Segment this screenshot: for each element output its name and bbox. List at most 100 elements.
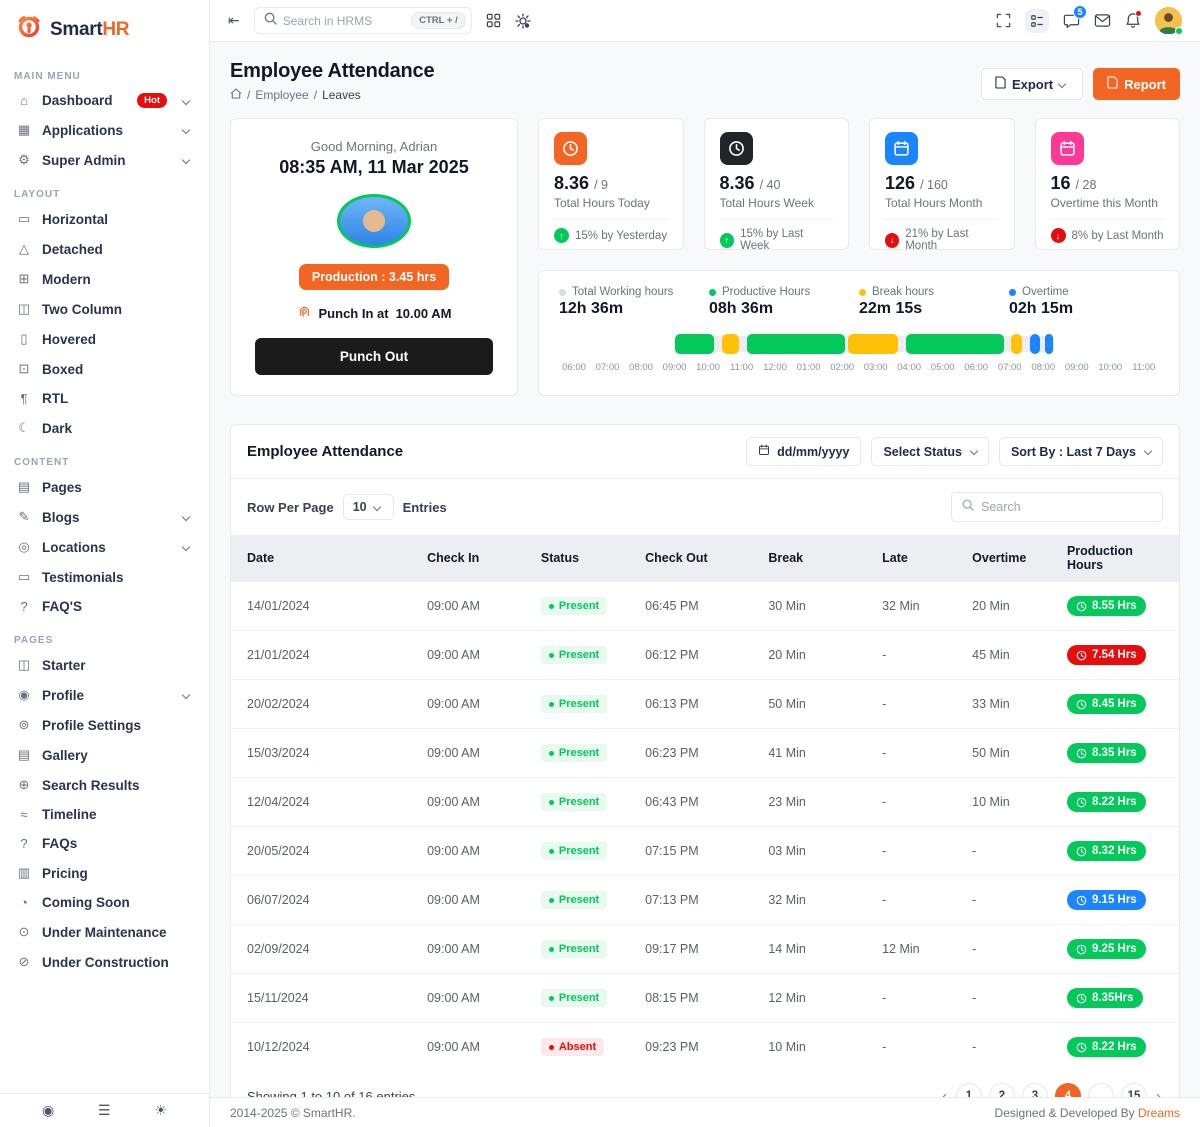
global-search[interactable]: CTRL + / [254, 7, 472, 34]
production-hours-badge[interactable]: 9.15 Hrs [1067, 890, 1146, 910]
sidebar-item[interactable]: ⊙ Under Maintenance [8, 917, 201, 947]
status-filter-select[interactable]: Select Status [871, 437, 989, 466]
column-header[interactable]: Overtime [956, 535, 1051, 582]
date-filter[interactable]: dd/mm/yyyy [746, 437, 861, 466]
apps-grid-icon[interactable] [486, 13, 501, 28]
table-row[interactable]: 10/12/2024 09:00 AM Absent 09:23 PM 10 M… [231, 1023, 1179, 1072]
sidebar-item[interactable]: ▤ Pages [8, 472, 201, 502]
punch-out-button[interactable]: Punch Out [255, 338, 493, 375]
column-header[interactable]: Late [866, 535, 956, 582]
production-hours-badge[interactable]: 8.22 Hrs [1067, 792, 1146, 812]
page-number-button[interactable]: 15 [1121, 1083, 1147, 1097]
sidebar-item[interactable]: ◫ Starter [8, 650, 201, 680]
sidebar-item[interactable]: ⚙ Super Admin [8, 145, 201, 175]
fullscreen-icon[interactable] [996, 13, 1011, 28]
next-page-arrow[interactable]: › [1154, 1088, 1163, 1098]
user-avatar[interactable] [1155, 7, 1182, 34]
sidebar-item[interactable]: ¶ RTL [8, 384, 201, 413]
layout-settings-icon[interactable] [1025, 9, 1049, 33]
sidebar-item[interactable]: ⊡ Boxed [8, 354, 201, 384]
sidebar-item[interactable]: ⊞ Modern [8, 264, 201, 294]
sidebar-item[interactable]: ⊚ Profile Settings [8, 710, 201, 740]
dreams-link[interactable]: Dreams [1138, 1106, 1180, 1120]
sidebar-item[interactable]: △ Detached [8, 234, 201, 264]
sidebar-section-label: MAIN MENU [14, 71, 195, 82]
notifications-bell-icon[interactable] [1125, 12, 1141, 29]
sidebar-item[interactable]: ⌂ Dashboard Hot [8, 86, 201, 115]
table-search[interactable] [951, 492, 1163, 522]
table-row[interactable]: 06/07/2024 09:00 AM Present 07:13 PM 32 … [231, 876, 1179, 925]
people-icon[interactable]: ◉ [42, 1102, 54, 1119]
sidebar-item[interactable]: ☾ Dark [8, 413, 201, 443]
export-button[interactable]: Export [981, 68, 1083, 100]
table-row[interactable]: 15/11/2024 09:00 AM Present 08:15 PM 12 … [231, 974, 1179, 1023]
chat-icon[interactable]: 5 [1063, 12, 1080, 29]
search-input[interactable] [283, 14, 405, 28]
sidebar-item[interactable]: ? FAQs [8, 829, 201, 858]
table-row[interactable]: 20/05/2024 09:00 AM Present 07:15 PM 03 … [231, 827, 1179, 876]
table-row[interactable]: 21/01/2024 09:00 AM Present 06:12 PM 20 … [231, 631, 1179, 680]
sidebar-item[interactable]: ◫ Two Column [8, 294, 201, 324]
sidebar-item[interactable]: ▦ Applications [8, 115, 201, 145]
production-hours-badge[interactable]: 8.32 Hrs [1067, 841, 1146, 861]
legend-dot [559, 289, 566, 296]
page-number-button[interactable]: … [1088, 1083, 1114, 1097]
column-header[interactable]: Check In [411, 535, 525, 582]
sidebar-item[interactable]: ▤ Gallery [8, 740, 201, 770]
sidebar-item[interactable]: ⊘ Under Construction [8, 947, 201, 977]
page-number-button[interactable]: 1 [956, 1083, 982, 1097]
row-per-page-select[interactable]: 10 [343, 494, 394, 520]
sidebar-item[interactable]: ◎ Locations [8, 532, 201, 562]
table-row[interactable]: 20/02/2024 09:00 AM Present 06:13 PM 50 … [231, 680, 1179, 729]
production-hours-badge[interactable]: 8.35 Hrs [1067, 743, 1146, 763]
page-number-button[interactable]: 2 [989, 1083, 1015, 1097]
punch-in-time: 10.00 AM [396, 306, 452, 321]
column-header[interactable]: Status [525, 535, 629, 582]
column-header[interactable]: Check Out [629, 535, 752, 582]
table-row[interactable]: 15/03/2024 09:00 AM Present 06:23 PM 41 … [231, 729, 1179, 778]
production-hours-badge[interactable]: 8.35Hrs [1067, 988, 1143, 1008]
column-header[interactable]: Break [752, 535, 866, 582]
sort-by-select[interactable]: Sort By : Last 7 Days [999, 437, 1163, 466]
brightness-icon[interactable]: ☀ [154, 1102, 167, 1119]
page-number-button[interactable]: 3 [1022, 1083, 1048, 1097]
breadcrumb-employee[interactable]: Employee [255, 88, 308, 102]
settings-gear-icon[interactable] [515, 13, 531, 29]
table-row[interactable]: 02/09/2024 09:00 AM Present 09:17 PM 14 … [231, 925, 1179, 974]
logo[interactable]: SmartHR [0, 0, 209, 55]
list-icon[interactable]: ☰ [98, 1102, 111, 1119]
production-hours-badge[interactable]: 8.45 Hrs [1067, 694, 1146, 714]
sidebar-item[interactable]: ✎ Blogs [8, 502, 201, 532]
mail-icon[interactable] [1094, 13, 1111, 28]
page-number-button[interactable]: 4 [1055, 1083, 1081, 1097]
stat-icon [720, 132, 753, 165]
cell-date: 15/11/2024 [231, 974, 411, 1023]
sidebar-item[interactable]: ◔ Coming Soon [8, 888, 201, 917]
sidebar-item[interactable]: ▥ Pricing [8, 858, 201, 888]
report-button[interactable]: Report [1093, 68, 1180, 100]
prev-page-arrow[interactable]: ‹ [940, 1088, 949, 1098]
table-search-input[interactable] [981, 500, 1152, 514]
table-row[interactable]: 12/04/2024 09:00 AM Present 06:43 PM 23 … [231, 778, 1179, 827]
column-header[interactable]: Production Hours [1051, 535, 1179, 582]
sidebar-item[interactable]: ▭ Horizontal [8, 204, 201, 234]
sidebar-item[interactable]: ⊕ Search Results [8, 770, 201, 800]
column-header[interactable]: Date [231, 535, 411, 582]
sidebar-collapse-icon[interactable]: ⇤ [228, 12, 240, 29]
sidebar-item-icon: ▭ [16, 569, 32, 585]
sidebar-item[interactable]: ? FAQ'S [8, 592, 201, 621]
stat-delta: ↑ 15% by Yesterday [554, 228, 668, 243]
table-row[interactable]: 14/01/2024 09:00 AM Present 06:45 PM 30 … [231, 582, 1179, 631]
production-hours-badge[interactable]: 8.55 Hrs [1067, 596, 1146, 616]
sidebar-item[interactable]: ▯ Hovered [8, 324, 201, 354]
production-hours-badge[interactable]: 7.54 Hrs [1067, 645, 1146, 665]
fingerprint-icon [297, 304, 312, 322]
sidebar-item[interactable]: ▭ Testimonials [8, 562, 201, 592]
home-icon[interactable] [230, 88, 242, 102]
production-hours-badge[interactable]: 8.22 Hrs [1067, 1037, 1146, 1057]
sidebar-item[interactable]: ◉ Profile [8, 680, 201, 710]
sidebar-item[interactable]: ≈ Timeline [8, 800, 201, 829]
cell-late: - [866, 680, 956, 729]
cell-overtime: 10 Min [956, 778, 1051, 827]
production-hours-badge[interactable]: 9.25 Hrs [1067, 939, 1146, 959]
